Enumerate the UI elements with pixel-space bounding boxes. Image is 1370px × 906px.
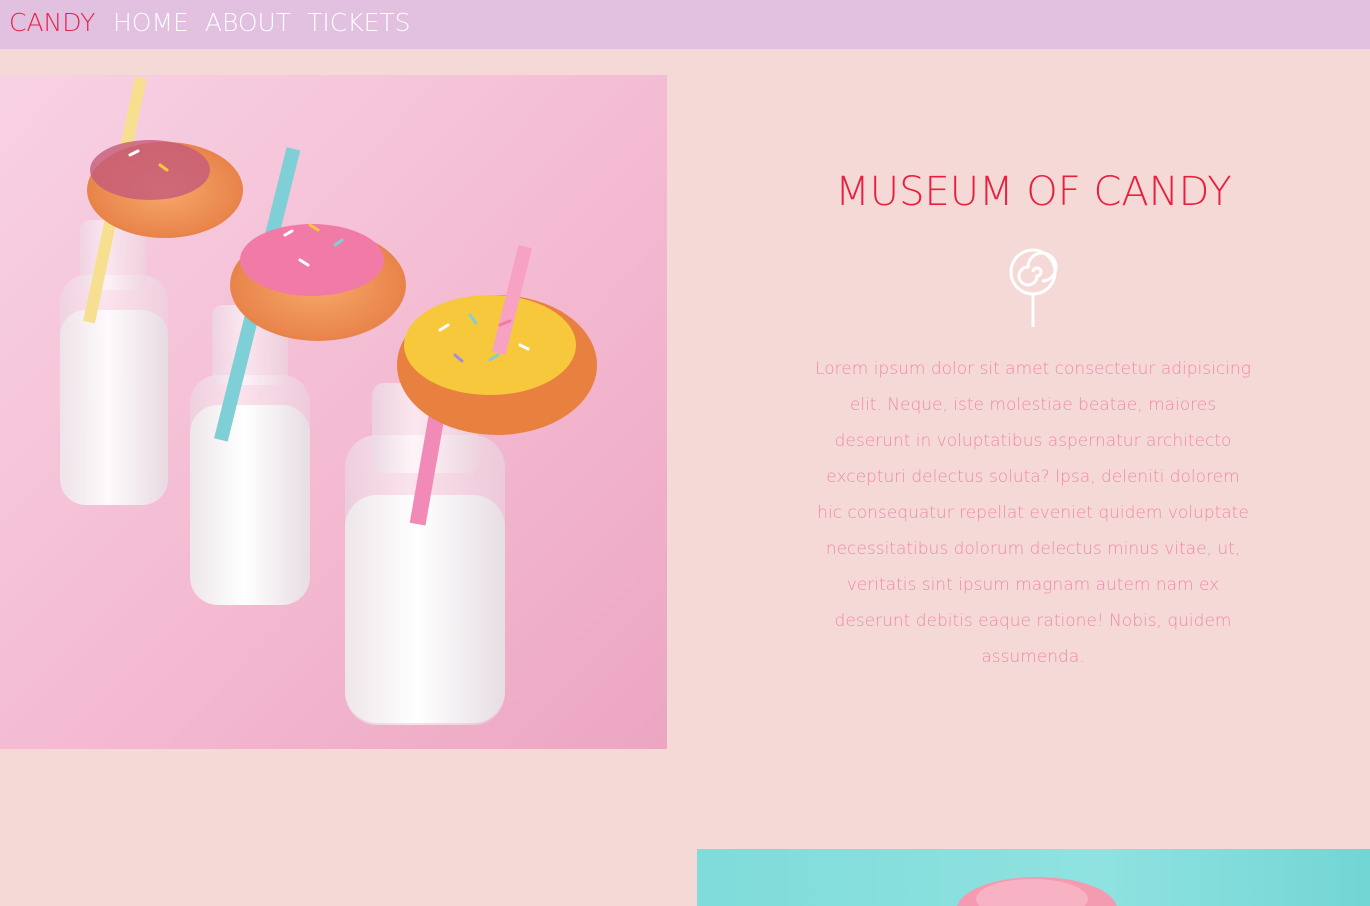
hero-content: MUSEUM OF CANDY Lorem ipsum dolor sit am…	[697, 75, 1370, 749]
lollipop-icon	[1008, 248, 1058, 328]
page-title: MUSEUM OF CANDY	[835, 169, 1232, 215]
nav-link-about[interactable]: ABOUT	[205, 8, 291, 37]
brand-logo-link[interactable]: CANDY	[9, 8, 95, 37]
donut-milk-bottles-photo	[0, 75, 667, 749]
nav-link-home[interactable]: HOME	[113, 8, 189, 37]
donut-milk-bottles-illustration	[0, 75, 667, 749]
top-navbar: CANDY HOME ABOUT TICKETS	[0, 0, 1370, 49]
nav-links: HOME ABOUT TICKETS	[113, 8, 411, 37]
nav-link-tickets[interactable]: TICKETS	[307, 8, 410, 37]
intro-paragraph: Lorem ipsum dolor sit amet consectetur a…	[815, 359, 1251, 667]
candy-photo-teal	[697, 849, 1370, 906]
